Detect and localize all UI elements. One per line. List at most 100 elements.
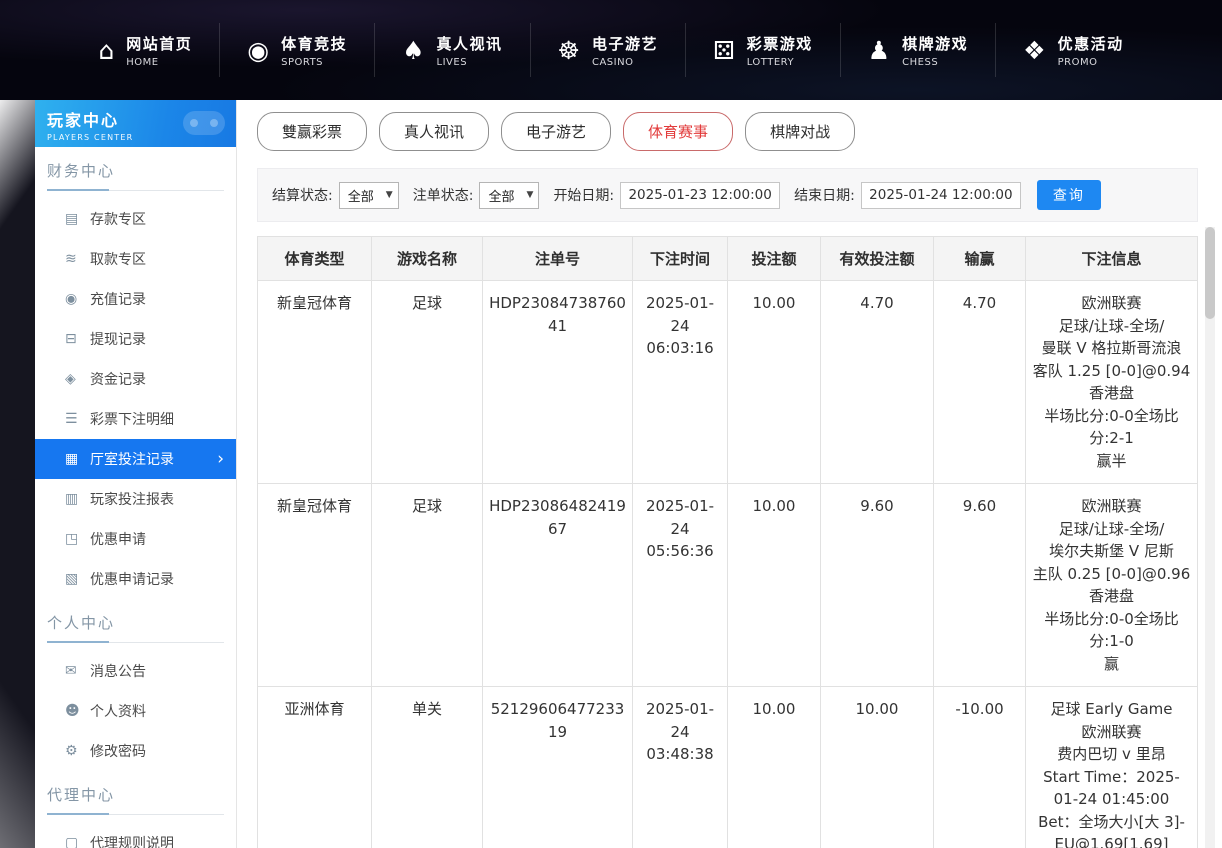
nav-label-en: CASINO: [592, 57, 658, 68]
bet-records-table: 体育类型 游戏名称 注单号 下注时间 投注额 有效投注额 输赢 下注信息 新皇冠: [257, 236, 1198, 848]
nav-label-en: PROMO: [1058, 57, 1124, 68]
hall-records-icon: ▦: [65, 451, 90, 467]
sidebar-item-funds-records[interactable]: ◈资金记录: [35, 359, 236, 399]
header-win-loss: 输赢: [934, 237, 1026, 281]
cell-amount: 10.00: [728, 281, 821, 484]
sidebar-item-label: 存款专区: [90, 209, 146, 229]
nav-label-zh: 真人视讯: [437, 33, 503, 54]
sidebar-item-promo-apply-records[interactable]: ▧优惠申请记录: [35, 559, 236, 599]
end-date-label: 结束日期:: [794, 185, 855, 205]
home-icon: ⌂: [98, 38, 114, 63]
sidebar-item-player-bet-report[interactable]: ▥玩家投注报表: [35, 479, 236, 519]
sidebar-item-cashout-records[interactable]: ⊟提现记录: [35, 319, 236, 359]
search-button[interactable]: 查询: [1037, 180, 1101, 210]
withdraw-icon: ≋: [65, 251, 90, 267]
sidebar-item-agent-rules[interactable]: ▢代理规则说明: [35, 823, 236, 848]
sidebar-item-label: 厅室投注记录: [90, 449, 174, 469]
promo-apply-icon: ◳: [65, 531, 90, 547]
cell-bet-time: 2025-01-24 06:03:16: [633, 281, 728, 484]
tab-sports[interactable]: 体育赛事: [623, 112, 733, 151]
nav-casino[interactable]: ☸ 电子游艺CASINO: [530, 23, 685, 77]
sidebar-item-label: 彩票下注明细: [90, 409, 174, 429]
table-header-row: 体育类型 游戏名称 注单号 下注时间 投注额 有效投注额 输赢 下注信息: [258, 237, 1198, 281]
nav-lives[interactable]: ♠ 真人视讯LIVES: [374, 23, 529, 77]
tab-double-win-lottery[interactable]: 雙赢彩票: [257, 112, 367, 151]
cell-bet-time: 2025-01-24 03:48:38: [633, 687, 728, 848]
nav-label-zh: 网站首页: [126, 33, 192, 54]
cell-win-loss: 9.60: [934, 484, 1026, 687]
sidebar-item-label: 优惠申请: [90, 529, 146, 549]
sidebar-item-change-password[interactable]: ⚙修改密码: [35, 731, 236, 771]
sports-ball-icon: ◉: [247, 38, 269, 63]
section-title-agent: 代理中心: [47, 784, 224, 815]
section-title-personal: 个人中心: [47, 612, 224, 643]
tab-board-games[interactable]: 棋牌对战: [745, 112, 855, 151]
cell-sport: 新皇冠体育: [258, 281, 372, 484]
scrollbar-thumb[interactable]: [1205, 227, 1215, 319]
sidebar-item-promo-apply[interactable]: ◳优惠申请: [35, 519, 236, 559]
sidebar-item-hall-bet-records[interactable]: ▦厅室投注记录 ›: [35, 439, 236, 479]
sidebar-item-withdraw-area[interactable]: ≋取款专区: [35, 239, 236, 279]
background-art: [0, 100, 35, 848]
lottery-balls-icon: ⚄: [713, 38, 735, 63]
nav-home[interactable]: ⌂ 网站首页 HOME: [71, 23, 219, 77]
sidebar-item-label: 优惠申请记录: [90, 569, 174, 589]
nav-label-zh: 彩票游戏: [747, 33, 813, 54]
deposit-icon: ▤: [65, 211, 90, 227]
nav-chess[interactable]: ♟ 棋牌游戏CHESS: [840, 23, 995, 77]
chevron-down-icon: ▼: [527, 190, 534, 200]
vertical-scrollbar[interactable]: [1205, 227, 1215, 848]
tab-live-video[interactable]: 真人视讯: [379, 112, 489, 151]
chevron-right-icon: ›: [217, 449, 224, 469]
sidebar-item-deposit[interactable]: ▤存款专区: [35, 199, 236, 239]
tab-egames[interactable]: 电子游艺: [501, 112, 611, 151]
cell-sport: 亚洲体育: [258, 687, 372, 848]
bet-status-select[interactable]: 全部 ▼: [479, 182, 539, 209]
cell-bet-time: 2025-01-24 05:56:36: [633, 484, 728, 687]
sidebar-item-label: 提现记录: [90, 329, 146, 349]
nav-label-en: HOME: [126, 57, 192, 68]
table-row: 新皇冠体育 足球 HDP2308473876041 2025-01-24 06:…: [258, 281, 1198, 484]
chevron-down-icon: ▼: [386, 190, 393, 200]
cell-bet-number: HDP2308648241967: [483, 484, 633, 687]
cell-win-loss: -10.00: [934, 687, 1026, 848]
cell-bet-info: 欧洲联赛 足球/让球-全场/ 曼联 V 格拉斯哥流浪 客队 1.25 [0-0]…: [1026, 281, 1198, 484]
category-tabs: 雙赢彩票 真人视讯 电子游艺 体育赛事 棋牌对战: [257, 112, 1198, 151]
funds-icon: ◈: [65, 371, 90, 387]
cell-valid-amount: 4.70: [821, 281, 934, 484]
nav-lottery[interactable]: ⚄ 彩票游戏 LOTTERY: [685, 23, 840, 77]
nav-label-en: SPORTS: [281, 57, 347, 68]
sidebar-item-label: 代理规则说明: [90, 833, 174, 848]
nav-label-en: LOTTERY: [747, 57, 813, 68]
sidebar-item-label: 资金记录: [90, 369, 146, 389]
sidebar-item-messages[interactable]: ✉消息公告: [35, 651, 236, 691]
recharge-icon: ◉: [65, 291, 90, 307]
nav-sports[interactable]: ◉ 体育竞技SPORTS: [219, 23, 374, 77]
top-navigation: ⌂ 网站首页HOME ◉ 体育竞技SPORTS ♠ 真人视讯LIVES ☸ 电子…: [0, 0, 1222, 100]
sidebar-item-label: 消息公告: [90, 661, 146, 681]
main-content: 雙赢彩票 真人视讯 电子游艺 体育赛事 棋牌对战 结算状态: 全部▼ 注单状态:…: [237, 100, 1222, 848]
cell-bet-info: 欧洲联赛 足球/让球-全场/ 埃尔夫斯堡 V 尼斯 主队 0.25 [0-0]@…: [1026, 484, 1198, 687]
end-date-input[interactable]: [861, 182, 1021, 209]
cell-valid-amount: 9.60: [821, 484, 934, 687]
bell-icon: ✉: [65, 663, 90, 679]
cards-icon: ♠: [402, 38, 424, 63]
sidebar-item-label: 玩家投注报表: [90, 489, 174, 509]
start-date-label: 开始日期:: [553, 185, 614, 205]
nav-label-zh: 电子游艺: [592, 33, 658, 54]
header-bet-number: 注单号: [483, 237, 633, 281]
header-bet-time: 下注时间: [633, 237, 728, 281]
personal-nav: ✉消息公告 ☻个人资料 ⚙修改密码: [35, 651, 236, 771]
sidebar-item-recharge-records[interactable]: ◉充值记录: [35, 279, 236, 319]
sidebar-item-profile[interactable]: ☻个人资料: [35, 691, 236, 731]
header-bet-amount: 投注额: [728, 237, 821, 281]
settle-status-select[interactable]: 全部 ▼: [339, 182, 399, 209]
bet-status-value: 全部: [488, 186, 514, 205]
nav-promo[interactable]: ❖ 优惠活动PROMO: [995, 23, 1150, 77]
cell-bet-number: 5212960647723319: [483, 687, 633, 848]
cell-game: 单关: [372, 687, 483, 848]
settle-status-value: 全部: [348, 186, 374, 205]
sidebar-item-lottery-bet-details[interactable]: ☰彩票下注明细: [35, 399, 236, 439]
cell-valid-amount: 10.00: [821, 687, 934, 848]
start-date-input[interactable]: [620, 182, 780, 209]
